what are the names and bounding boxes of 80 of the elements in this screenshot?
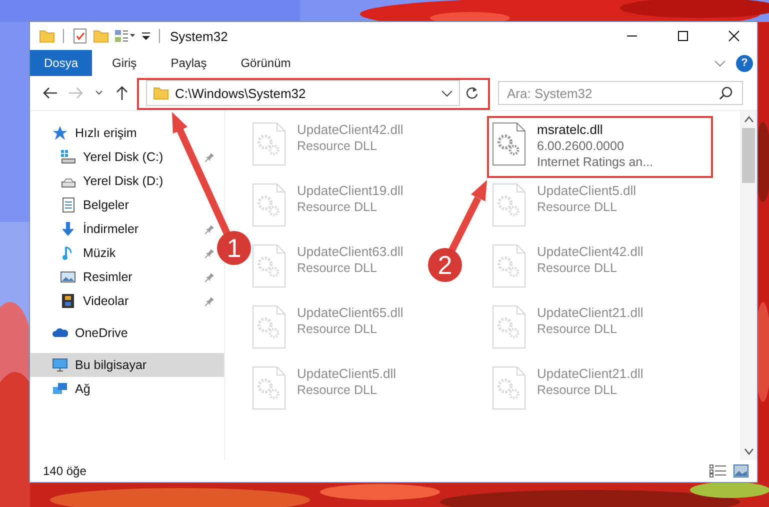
gear-file-icon [251, 122, 287, 166]
folder-icon [153, 85, 169, 101]
help-button[interactable]: ? [736, 54, 753, 72]
file-name: UpdateClient42.dll [537, 244, 644, 259]
file-name: UpdateClient5.dll [537, 183, 636, 198]
file-detail: Resource DLL [297, 261, 378, 275]
file-name: UpdateClient19.dll [297, 183, 404, 198]
file-detail: Resource DLL [537, 322, 618, 336]
search-field[interactable]: Ara: System32 [498, 81, 743, 105]
file-name: msratelc.dll [537, 122, 604, 137]
pin-icon[interactable] [205, 152, 215, 162]
gear-file-icon [491, 305, 527, 349]
download-arrow-icon [60, 221, 76, 237]
window-title: System32 [170, 28, 228, 44]
gear-file-icon [491, 244, 527, 288]
file-detail: 6.00.2600.0000 [537, 139, 625, 153]
pin-icon[interactable] [205, 296, 215, 306]
sidebar-item[interactable]: Müzik [30, 241, 120, 265]
sidebar-item[interactable]: Videolar [30, 289, 133, 313]
ribbon-tab[interactable]: Giriş [98, 50, 151, 76]
file-detail: Resource DLL [537, 383, 618, 397]
gear-file-icon [491, 183, 527, 227]
file-name: UpdateClient65.dll [297, 305, 404, 320]
file-name: UpdateClient42.dll [297, 122, 404, 137]
drive-icon [60, 149, 76, 165]
file-name: UpdateClient21.dll [537, 366, 644, 381]
sidebar-item[interactable]: Resimler [30, 265, 136, 289]
address-field[interactable]: C:\Windows\System32 [146, 80, 460, 106]
gear-file-icon [491, 366, 527, 410]
sidebar-item[interactable]: Hızlı erişim [30, 121, 141, 145]
star-icon [52, 125, 68, 141]
gear-file-icon [251, 305, 287, 349]
chevron-down-icon [744, 448, 754, 456]
sidebar-item[interactable]: OneDrive [30, 321, 132, 345]
close-icon [728, 30, 740, 42]
gear-file-icon [251, 183, 287, 227]
sidebar-item[interactable]: İndirmeler [30, 217, 143, 241]
ribbon-tab[interactable]: Dosya [30, 50, 92, 76]
large-icons-view-icon[interactable] [733, 464, 749, 478]
network-icon [52, 381, 68, 397]
maximize-icon [677, 30, 689, 42]
gear-file-icon [251, 244, 287, 288]
file-detail: Internet Ratings an... [537, 155, 654, 169]
chevron-up-icon [744, 115, 754, 123]
file-detail: Resource DLL [537, 200, 618, 214]
sidebar-item[interactable]: Yerel Disk (C:) [30, 145, 168, 169]
ribbon-tab[interactable]: Görünüm [226, 50, 305, 76]
gear-file-icon [491, 122, 527, 166]
file-detail: Resource DLL [297, 139, 378, 153]
scroll-thumb[interactable] [742, 128, 755, 183]
film-icon [60, 293, 76, 309]
up-arrow-icon[interactable] [114, 85, 130, 101]
gear-file-icon [251, 366, 287, 410]
details-view-icon[interactable] [709, 464, 727, 478]
file-name: UpdateClient5.dll [297, 366, 396, 381]
sidebar-item[interactable]: Belgeler [30, 193, 133, 217]
file-item[interactable]: msratelc.dll 6.00.2600.0000 Internet Ratings an... [491, 119, 654, 169]
file-detail: Resource DLL [297, 200, 378, 214]
list-view-icon[interactable] [114, 28, 136, 44]
sidebar-item[interactable]: Ağ [30, 377, 94, 401]
sidebar-item[interactable]: Bu bilgisayar [30, 353, 224, 377]
item-count: 140 öğe [43, 464, 86, 478]
monitor-icon [52, 357, 68, 373]
scrollbar[interactable] [740, 111, 757, 460]
file-detail: Resource DLL [297, 383, 378, 397]
file-detail: Resource DLL [297, 322, 378, 336]
document-icon [60, 197, 76, 213]
pin-icon[interactable] [205, 272, 215, 282]
back-arrow-icon[interactable] [42, 85, 58, 101]
pin-icon[interactable] [205, 248, 215, 258]
refresh-icon [465, 86, 479, 100]
address-text: C:\Windows\System32 [175, 86, 306, 100]
file-name: UpdateClient21.dll [537, 305, 644, 320]
sidebar-item[interactable]: Yerel Disk (D:) [30, 169, 168, 193]
pin-icon[interactable] [205, 224, 215, 234]
file-detail: Resource DLL [537, 261, 618, 275]
ribbon-tab[interactable]: Paylaş [156, 50, 221, 76]
picture-icon [60, 269, 76, 285]
checklist-icon[interactable] [72, 28, 88, 44]
file-name: UpdateClient63.dll [297, 244, 404, 259]
